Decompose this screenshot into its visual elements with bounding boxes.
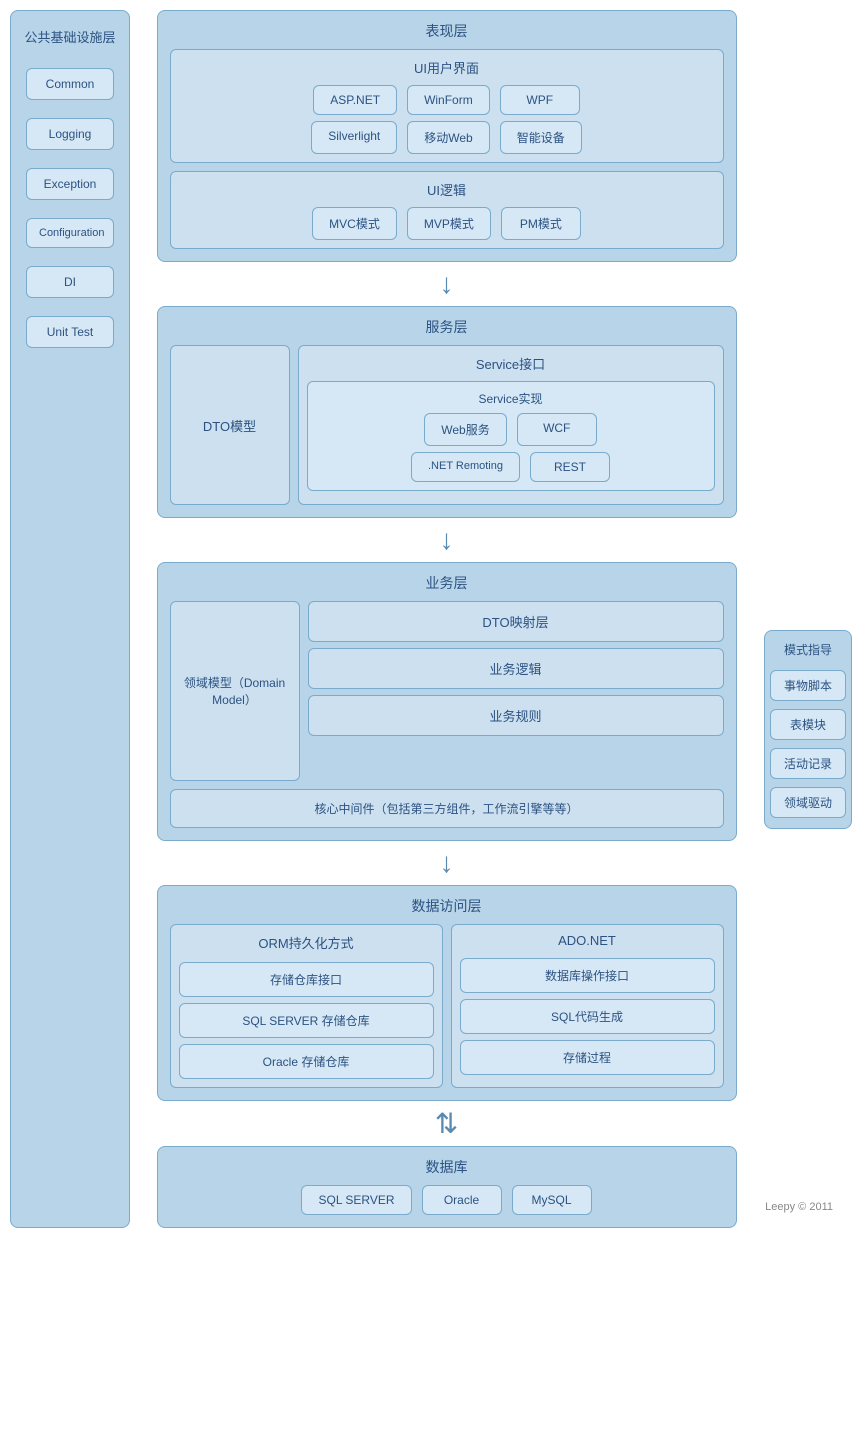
biz-inner: 领域模型（Domain Model） DTO映射层 业务逻辑 业务规则	[170, 601, 724, 781]
orm-col: ORM持久化方式 存储仓库接口 SQL SERVER 存储仓库 Oracle 存…	[170, 924, 443, 1088]
data-inner: ORM持久化方式 存储仓库接口 SQL SERVER 存储仓库 Oracle 存…	[170, 924, 724, 1088]
database-title: 数据库	[170, 1157, 724, 1177]
item-silverlight: Silverlight	[311, 121, 397, 154]
service-impl-title: Service实现	[316, 390, 706, 407]
service-impl-row1: Web服务 WCF	[316, 413, 706, 446]
sidebar-item-exception: Exception	[26, 168, 114, 200]
presentation-layer-title: 表现层	[170, 21, 724, 41]
data-access-layer: 数据访问层 ORM持久化方式 存储仓库接口 SQL SERVER 存储仓库 Or…	[157, 885, 737, 1101]
arrow4: ⇅	[167, 1107, 727, 1140]
domain-model: 领域模型（Domain Model）	[170, 601, 300, 781]
item-wpf: WPF	[500, 85, 580, 115]
item-mvc: MVC模式	[312, 207, 397, 240]
item-sqlserver: SQL SERVER	[301, 1185, 411, 1215]
item-oracle: Oracle	[422, 1185, 502, 1215]
pattern-item-table: 表模块	[770, 709, 846, 740]
sidebar: 公共基础设施层 Common Logging Exception Configu…	[10, 10, 130, 1228]
item-webservice: Web服务	[424, 413, 506, 446]
storage-interface: 存储仓库接口	[179, 962, 434, 997]
orm-title: ORM持久化方式	[179, 933, 434, 952]
dto-model: DTO模型	[170, 345, 290, 505]
pattern-guide-box: 模式指导 事物脚本 表模块 活动记录 领域驱动	[764, 630, 852, 829]
item-mysql: MySQL	[512, 1185, 592, 1215]
ui-logic-section: UI逻辑 MVC模式 MVP模式 PM模式	[170, 171, 724, 249]
sql-codegen: SQL代码生成	[460, 999, 715, 1034]
item-aspnet: ASP.NET	[313, 85, 397, 115]
item-pm: PM模式	[501, 207, 581, 240]
item-wcf: WCF	[517, 413, 597, 446]
sidebar-item-di: DI	[26, 266, 114, 298]
center-column: 表现层 UI用户界面 ASP.NET WinForm WPF Silverlig…	[130, 10, 763, 1228]
right-sidebar: 模式指导 事物脚本 表模块 活动记录 领域驱动	[763, 630, 853, 1228]
ui-interface-section: UI用户界面 ASP.NET WinForm WPF Silverlight 移…	[170, 49, 724, 163]
adonet-title: ADO.NET	[460, 933, 715, 948]
biz-right: DTO映射层 业务逻辑 业务规则	[308, 601, 724, 781]
ui-logic-row1: MVC模式 MVP模式 PM模式	[181, 207, 713, 240]
item-mvp: MVP模式	[407, 207, 491, 240]
core-middleware: 核心中间件（包括第三方组件，工作流引擎等等）	[170, 789, 724, 828]
service-impl: Service实现 Web服务 WCF .NET Remoting REST	[307, 381, 715, 491]
adonet-col: ADO.NET 数据库操作接口 SQL代码生成 存储过程	[451, 924, 724, 1088]
ui-logic-title: UI逻辑	[181, 180, 713, 199]
db-op-interface: 数据库操作接口	[460, 958, 715, 993]
service-impl-row2: .NET Remoting REST	[316, 452, 706, 482]
business-layer-title: 业务层	[170, 573, 724, 593]
item-smartdevice: 智能设备	[500, 121, 582, 154]
service-layer-title: 服务层	[170, 317, 724, 337]
arrow2: ↓	[167, 524, 727, 556]
service-interface-title: Service接口	[307, 354, 715, 373]
stored-proc: 存储过程	[460, 1040, 715, 1075]
biz-logic: 业务逻辑	[308, 648, 724, 689]
item-mobileweb: 移动Web	[407, 121, 489, 154]
biz-rules: 业务规则	[308, 695, 724, 736]
db-items: SQL SERVER Oracle MySQL	[170, 1185, 724, 1215]
item-netremoting: .NET Remoting	[411, 452, 520, 482]
service-layer: 服务层 DTO模型 Service接口 Service实现 Web服务 WC	[157, 306, 737, 518]
sidebar-title: 公共基础设施层	[24, 27, 115, 46]
pattern-item-activity: 活动记录	[770, 748, 846, 779]
business-layer: 业务层 领域模型（Domain Model） DTO映射层 业务逻辑 业务规则 …	[157, 562, 737, 841]
pattern-guide-title: 模式指导	[784, 641, 832, 658]
sidebar-item-unittest: Unit Test	[26, 316, 114, 348]
sidebar-item-common: Common	[26, 68, 114, 100]
pattern-item-script: 事物脚本	[770, 670, 846, 701]
ui-interface-title: UI用户界面	[181, 58, 713, 77]
dto-mapping: DTO映射层	[308, 601, 724, 642]
database-layer: 数据库 SQL SERVER Oracle MySQL	[157, 1146, 737, 1228]
ui-row2: Silverlight 移动Web 智能设备	[181, 121, 713, 154]
service-right: Service接口 Service实现 Web服务 WCF .NET Remot…	[298, 345, 724, 505]
item-winform: WinForm	[407, 85, 490, 115]
sidebar-item-logging: Logging	[26, 118, 114, 150]
arrow1: ↓	[167, 268, 727, 300]
sqlserver-storage: SQL SERVER 存储仓库	[179, 1003, 434, 1038]
presentation-layer: 表现层 UI用户界面 ASP.NET WinForm WPF Silverlig…	[157, 10, 737, 262]
service-inner: DTO模型 Service接口 Service实现 Web服务 WCF	[170, 345, 724, 505]
pattern-item-domain: 领域驱动	[770, 787, 846, 818]
item-rest: REST	[530, 452, 610, 482]
sidebar-item-configuration: Configuration	[26, 218, 114, 248]
arrow3: ↓	[167, 847, 727, 879]
ui-row1: ASP.NET WinForm WPF	[181, 85, 713, 115]
oracle-storage: Oracle 存储仓库	[179, 1044, 434, 1079]
data-access-title: 数据访问层	[170, 896, 724, 916]
watermark: Leepy © 2011	[765, 1201, 833, 1213]
